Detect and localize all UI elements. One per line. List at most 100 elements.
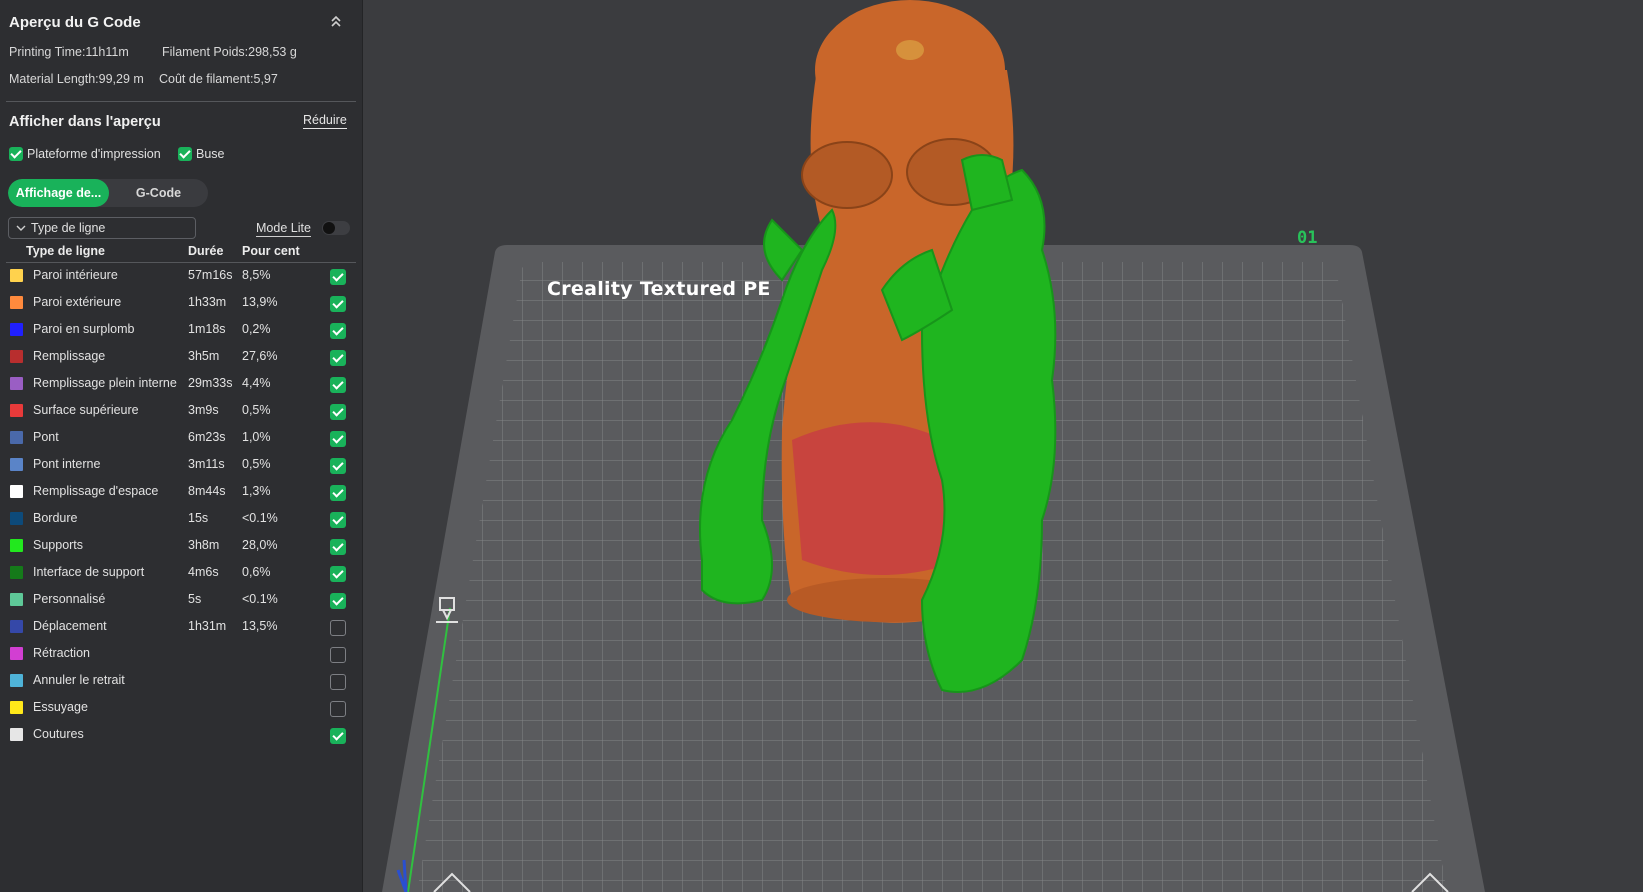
color-swatch	[10, 566, 23, 579]
line-type-duration: 3m9s	[188, 403, 219, 417]
tab-gcode[interactable]: G-Code	[109, 179, 208, 207]
checkbox-checked-icon[interactable]	[330, 269, 346, 285]
option-label: Buse	[196, 147, 225, 161]
chevron-down-icon	[16, 218, 26, 246]
checkbox-checked-icon[interactable]	[330, 296, 346, 312]
show-in-preview-title: Afficher dans l'aperçu	[9, 114, 161, 130]
mode-lite-toggle[interactable]	[322, 221, 350, 235]
checkbox-unchecked-icon[interactable]	[330, 701, 346, 717]
table-row[interactable]: Rétraction	[0, 641, 362, 668]
checkbox-checked-icon[interactable]	[330, 350, 346, 366]
line-type-dropdown[interactable]: Type de ligne	[8, 217, 196, 239]
line-type-percent: 0,5%	[242, 403, 271, 417]
table-row[interactable]: Annuler le retrait	[0, 668, 362, 695]
color-swatch	[10, 404, 23, 417]
color-swatch	[10, 431, 23, 444]
table-row[interactable]: Bordure 15s <0.1%	[0, 506, 362, 533]
header-line-type: Type de ligne	[26, 244, 105, 258]
reduce-link[interactable]: Réduire	[303, 113, 347, 129]
line-type-duration: 3h8m	[188, 538, 220, 552]
checkbox-unchecked-icon[interactable]	[330, 647, 346, 663]
checkbox-checked-icon[interactable]	[330, 404, 346, 420]
plate-number: 01	[1297, 228, 1318, 248]
line-type-name: Supports	[33, 538, 84, 552]
line-type-percent: <0.1%	[242, 511, 278, 525]
double-chevron-up-icon[interactable]	[328, 14, 344, 30]
checkbox-checked-icon[interactable]	[330, 431, 346, 447]
checkbox-checked-icon[interactable]	[330, 566, 346, 582]
checkbox-checked-icon[interactable]	[178, 146, 192, 161]
line-type-name: Déplacement	[33, 619, 107, 633]
checkbox-checked-icon[interactable]	[9, 146, 23, 161]
scene-canvas[interactable]	[362, 0, 1643, 892]
header-percent: Pour cent	[242, 244, 300, 258]
3d-viewport[interactable]: Creality Textured PE 01	[362, 0, 1643, 892]
line-type-percent: 13,5%	[242, 619, 278, 633]
line-type-duration: 29m33s	[188, 376, 233, 390]
line-type-percent: 8,5%	[242, 268, 271, 282]
line-type-name: Annuler le retrait	[33, 673, 125, 687]
line-type-percent: 27,6%	[242, 349, 278, 363]
table-row[interactable]: Surface supérieure 3m9s 0,5%	[0, 398, 362, 425]
checkbox-checked-icon[interactable]	[330, 593, 346, 609]
table-row[interactable]: Remplissage d'espace 8m44s 1,3%	[0, 479, 362, 506]
line-type-percent: 1,3%	[242, 484, 271, 498]
table-row[interactable]: Pont interne 3m11s 0,5%	[0, 452, 362, 479]
tab-display[interactable]: Affichage de...	[8, 179, 109, 207]
line-type-duration: 15s	[188, 511, 209, 525]
line-type-name: Pont interne	[33, 457, 101, 471]
checkbox-checked-icon[interactable]	[330, 377, 346, 393]
table-row[interactable]: Paroi intérieure 57m16s 8,5%	[0, 263, 362, 290]
checkbox-checked-icon[interactable]	[330, 458, 346, 474]
table-row[interactable]: Personnalisé 5s <0.1%	[0, 587, 362, 614]
nozzle-option[interactable]: Buse	[178, 146, 225, 161]
color-swatch	[10, 701, 23, 714]
table-row[interactable]: Interface de support 4m6s 0,6%	[0, 560, 362, 587]
checkbox-checked-icon[interactable]	[330, 512, 346, 528]
checkbox-unchecked-icon[interactable]	[330, 620, 346, 636]
line-type-duration: 1h33m	[188, 295, 227, 309]
line-type-duration: 4m6s	[188, 565, 219, 579]
color-swatch	[10, 593, 23, 606]
filament-cost: Coût de filament:5,97	[159, 72, 278, 86]
line-type-name: Remplissage plein interne	[33, 376, 177, 390]
table-row[interactable]: Paroi extérieure 1h33m 13,9%	[0, 290, 362, 317]
toggle-knob	[323, 222, 335, 234]
mode-lite-label: Mode Lite	[256, 221, 311, 237]
line-type-percent: 0,5%	[242, 457, 271, 471]
table-row[interactable]: Essuyage	[0, 695, 362, 722]
checkbox-unchecked-icon[interactable]	[330, 674, 346, 690]
color-swatch	[10, 377, 23, 390]
build-plate-option[interactable]: Plateforme d'impression	[9, 146, 161, 161]
table-row[interactable]: Remplissage plein interne 29m33s 4,4%	[0, 371, 362, 398]
checkbox-checked-icon[interactable]	[330, 539, 346, 555]
color-swatch	[10, 269, 23, 282]
dropdown-value: Type de ligne	[31, 221, 106, 235]
line-type-percent: 1,0%	[242, 430, 271, 444]
color-swatch	[10, 512, 23, 525]
table-row[interactable]: Pont 6m23s 1,0%	[0, 425, 362, 452]
line-type-name: Pont	[33, 430, 59, 444]
checkbox-checked-icon[interactable]	[330, 728, 346, 744]
line-type-name: Paroi intérieure	[33, 268, 118, 282]
color-swatch	[10, 647, 23, 660]
line-type-duration: 8m44s	[188, 484, 226, 498]
line-type-duration: 3h5m	[188, 349, 220, 363]
table-row[interactable]: Paroi en surplomb 1m18s 0,2%	[0, 317, 362, 344]
line-type-duration: 5s	[188, 592, 202, 606]
color-swatch	[10, 620, 23, 633]
line-type-percent: 0,6%	[242, 565, 271, 579]
table-row[interactable]: Coutures	[0, 722, 362, 749]
table-row[interactable]: Déplacement 1h31m 13,5%	[0, 614, 362, 641]
table-row[interactable]: Remplissage 3h5m 27,6%	[0, 344, 362, 371]
divider	[6, 101, 356, 102]
checkbox-checked-icon[interactable]	[330, 323, 346, 339]
line-type-name: Rétraction	[33, 646, 90, 660]
color-swatch	[10, 728, 23, 741]
line-type-percent: 28,0%	[242, 538, 278, 552]
checkbox-checked-icon[interactable]	[330, 485, 346, 501]
view-mode-tabs: Affichage de... G-Code	[8, 179, 208, 207]
color-swatch	[10, 539, 23, 552]
header-duration: Durée	[188, 244, 224, 258]
table-row[interactable]: Supports 3h8m 28,0%	[0, 533, 362, 560]
